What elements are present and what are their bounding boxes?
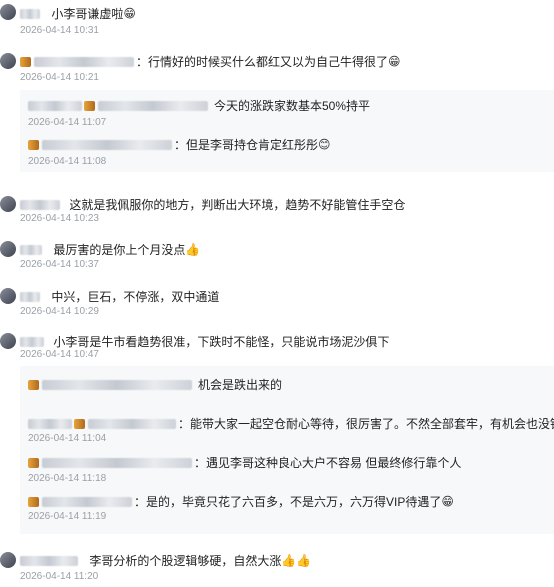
comment-text: 中兴，巨石，不停涨，双中通道: [51, 290, 220, 304]
reply-time: 2026-04-14 11:07: [28, 117, 107, 128]
vip-badge-icon: [28, 139, 39, 150]
vip-badge-icon: [84, 100, 95, 111]
reply-text: 机会是跌出来的: [198, 378, 283, 392]
reply-list: 机会是跌出来的 ：能带大家一起空仓耐心等待，很厉害了。不然全部套牢，有机会也没钱…: [20, 366, 554, 534]
avatar[interactable]: [0, 241, 16, 257]
comment-item: 最厉害的是你上个月没点👍 2026-04-14 10:37: [0, 234, 554, 276]
comment-item: 小李哥谦虚啦😁 2026-04-14 10:31: [0, 0, 554, 40]
comment-time: 2026-04-14 10:31: [20, 25, 99, 36]
vip-badge-icon: [74, 418, 85, 429]
comment-time: 2026-04-14 10:47: [20, 349, 99, 360]
username-blurred[interactable]: [28, 418, 72, 429]
grin-emoji-icon: 😁: [441, 494, 454, 509]
comment-item: 这就是我佩服你的地方，判断出大环境，趋势不好能管住手空仓 2026-04-14 …: [0, 188, 554, 230]
reply-text: ：能带大家一起空仓耐心等待，很厉害了。不然全部套牢，有机会也没钱: [178, 417, 554, 431]
grin-emoji-icon: 😁: [388, 54, 401, 69]
comment-time: 2026-04-14 10:21: [20, 72, 99, 83]
avatar[interactable]: [0, 552, 16, 568]
reply-text: ：遇见李哥这种良心大户不容易 但最终修行靠个人: [194, 456, 462, 470]
reply-time: 2026-04-14 11:04: [28, 433, 107, 444]
username-blurred[interactable]: [88, 418, 176, 429]
reply-time: 2026-04-14 11:18: [28, 473, 107, 484]
username-blurred[interactable]: [20, 244, 42, 255]
username-blurred[interactable]: [42, 496, 132, 507]
reply-text: ：是的，毕竟只花了六百多，不是六万，六万得VIP待遇了: [134, 495, 442, 509]
username-blurred[interactable]: [42, 139, 172, 150]
avatar[interactable]: [0, 4, 16, 20]
comment-item: ：行情好的时候买什么都红又以为自己牛得很了😁 2026-04-14 10:21 …: [0, 46, 554, 176]
avatar[interactable]: [0, 53, 16, 69]
thumbs-up-icon: 👍👍: [281, 553, 312, 568]
reply-text: 今天的涨跌家数基本50%持平: [214, 99, 371, 113]
avatar[interactable]: [0, 333, 16, 349]
comment-time: 2026-04-14 10:37: [20, 259, 99, 270]
username-blurred[interactable]: [28, 100, 82, 111]
username-blurred[interactable]: [20, 291, 40, 302]
avatar[interactable]: [0, 196, 16, 212]
vip-badge-icon: [28, 496, 39, 507]
username-blurred[interactable]: [20, 8, 40, 19]
comment-item: 中兴，巨石，不停涨，双中通道 2026-04-14 10:29: [0, 282, 554, 324]
comment-time: 2026-04-14 10:29: [20, 306, 99, 317]
reply-text: ：但是李哥持仓肯定红彤彤: [174, 138, 319, 152]
username-blurred[interactable]: [20, 555, 78, 566]
username-blurred[interactable]: [20, 199, 60, 210]
reply-time: 2026-04-14 11:19: [28, 511, 107, 522]
smile-emoji-icon: 😊: [318, 137, 331, 152]
vip-badge-icon: [20, 56, 31, 67]
vip-badge-icon: [28, 457, 39, 468]
username-blurred[interactable]: [42, 457, 192, 468]
comment-text: 小李哥是牛市看趋势很准，下跌时不能怪，只能说市场泥沙俱下: [53, 335, 390, 349]
comment-time: 2026-04-14 10:23: [20, 213, 99, 224]
vip-badge-icon: [28, 379, 39, 390]
comment-text: 小李哥谦虚啦: [51, 7, 124, 21]
username-blurred[interactable]: [20, 336, 44, 347]
comment-time: 2026-04-14 11:20: [20, 571, 99, 582]
comment-text: 最厉害的是你上个月没点: [53, 243, 186, 257]
comment-text: ：行情好的时候买什么都红又以为自己牛得很了: [136, 55, 389, 69]
username-blurred[interactable]: [42, 379, 192, 390]
comment-item: 李哥分析的个股逻辑够硬，自然大涨👍👍 2026-04-14 11:20: [0, 544, 554, 587]
comment-text: 李哥分析的个股逻辑够硬，自然大涨: [89, 554, 282, 568]
username-blurred[interactable]: [98, 100, 208, 111]
comment-item: 小李哥是牛市看趋势很准，下跌时不能怪，只能说市场泥沙俱下 2026-04-14 …: [0, 326, 554, 536]
avatar[interactable]: [0, 288, 16, 304]
grin-emoji-icon: 😁: [123, 6, 136, 21]
comment-text: 这就是我佩服你的地方，判断出大环境，趋势不好能管住手空仓: [69, 198, 406, 212]
username-blurred[interactable]: [34, 56, 134, 67]
reply-list: 今天的涨跌家数基本50%持平 2026-04-14 11:07 ：但是李哥持仓肯…: [20, 90, 554, 172]
thumbs-up-icon: 👍: [185, 242, 201, 257]
reply-time: 2026-04-14 11:08: [28, 156, 107, 167]
